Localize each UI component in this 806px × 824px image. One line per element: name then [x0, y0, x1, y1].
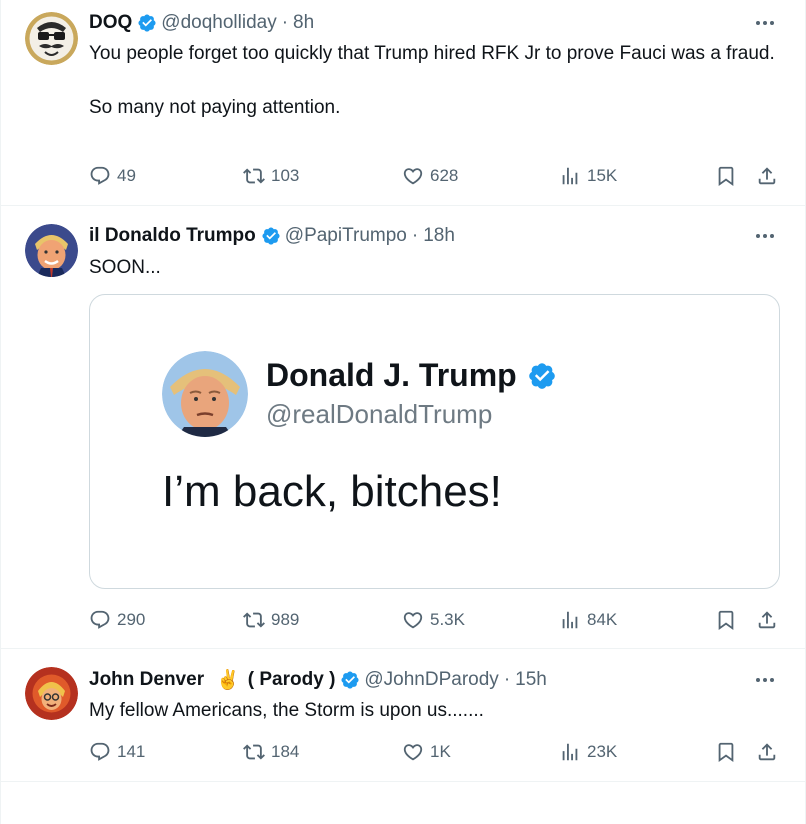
peace-emoji: ✌️: [216, 670, 240, 691]
display-name[interactable]: DOQ: [89, 12, 132, 34]
tweet[interactable]: DOQ @doqholliday · 8h You people forget …: [1, 0, 805, 206]
verified-badge-icon: [138, 14, 156, 32]
bookmark-icon[interactable]: [712, 606, 740, 634]
retweet-count: 989: [271, 610, 300, 629]
timestamp[interactable]: 8h: [293, 12, 314, 34]
verified-badge-icon: [262, 227, 280, 245]
reply-count: 290: [117, 610, 146, 629]
timeline-feed: DOQ @doqholliday · 8h You people forget …: [0, 0, 806, 824]
views-chart-icon: [562, 743, 578, 761]
heart-icon: [403, 168, 423, 185]
reply-count: 49: [117, 166, 136, 185]
more-options-icon[interactable]: [753, 11, 777, 35]
like-button[interactable]: 1K: [402, 738, 451, 766]
more-options-icon[interactable]: [753, 224, 777, 248]
tweet-actions: 49 103 628 15K: [89, 162, 779, 190]
tweet-text: SOON...: [89, 257, 161, 278]
tweet-text: My fellow Americans, the Storm is upon u…: [89, 700, 484, 721]
retweet-icon: [243, 612, 265, 628]
reply-icon: [90, 742, 110, 761]
reply-count: 141: [117, 742, 146, 761]
reply-button[interactable]: 49: [89, 162, 136, 190]
avatar[interactable]: [25, 12, 78, 65]
views-button[interactable]: 84K: [559, 606, 617, 634]
share-icon[interactable]: [753, 738, 781, 766]
retweet-button[interactable]: 989: [243, 606, 299, 634]
tweet-header: DOQ @doqholliday · 8h: [89, 10, 314, 36]
retweet-button[interactable]: 184: [243, 738, 299, 766]
tweet-header: John Denver ✌️ ( Parody ) @JohnDParody ·…: [89, 667, 547, 693]
display-name[interactable]: il Donaldo Trumpo: [89, 225, 256, 247]
views-count: 84K: [587, 610, 618, 629]
tweet-actions: 141 184 1K 23K: [89, 738, 779, 766]
tweet[interactable]: il Donaldo Trumpo @PapiTrumpo · 18h SOON…: [1, 206, 805, 649]
retweet-icon: [243, 744, 265, 760]
bookmark-icon[interactable]: [712, 738, 740, 766]
views-count: 23K: [587, 742, 618, 761]
embed-handle: @realDonaldTrump: [266, 399, 493, 429]
embed-display-name: Donald J. Trump: [266, 357, 557, 394]
separator: ·: [411, 225, 419, 246]
views-button[interactable]: 15K: [559, 162, 617, 190]
reply-icon: [90, 166, 110, 185]
like-button[interactable]: 628: [402, 162, 458, 190]
display-name[interactable]: John Denver: [89, 669, 204, 691]
views-chart-icon: [562, 611, 578, 629]
avatar[interactable]: [25, 224, 78, 277]
share-icon[interactable]: [753, 606, 781, 634]
timestamp[interactable]: 15h: [515, 669, 547, 691]
more-options-icon[interactable]: [753, 668, 777, 692]
retweet-count: 103: [271, 166, 300, 185]
reply-button[interactable]: 290: [89, 606, 145, 634]
name-suffix[interactable]: ( Parody ): [248, 669, 336, 691]
verified-badge-icon: [528, 362, 555, 389]
tweet[interactable]: John Denver ✌️ ( Parody ) @JohnDParody ·…: [1, 649, 805, 782]
tweet-header: il Donaldo Trumpo @PapiTrumpo · 18h: [89, 223, 455, 249]
tweet-actions: 290 989 5.3K 84K: [89, 606, 779, 634]
separator: ·: [281, 12, 289, 33]
timestamp[interactable]: 18h: [423, 225, 455, 247]
views-button[interactable]: 23K: [559, 738, 617, 766]
bookmark-icon[interactable]: [712, 162, 740, 190]
views-chart-icon: [562, 167, 578, 185]
handle[interactable]: @doqholliday: [161, 12, 276, 34]
retweet-count: 184: [271, 742, 300, 761]
retweet-icon: [243, 168, 265, 184]
heart-icon: [403, 612, 423, 629]
heart-icon: [403, 744, 423, 761]
views-count: 15K: [587, 166, 618, 185]
avatar[interactable]: [25, 667, 78, 720]
embed-avatar: [162, 351, 248, 437]
share-icon[interactable]: [753, 162, 781, 190]
embed-text: I’m back, bitches!: [162, 467, 502, 516]
like-count: 628: [430, 166, 459, 185]
separator: ·: [503, 669, 511, 690]
tweet-text: You people forget too quickly that Trump…: [89, 43, 775, 118]
retweet-button[interactable]: 103: [243, 162, 299, 190]
reply-button[interactable]: 141: [89, 738, 145, 766]
handle[interactable]: @PapiTrumpo: [285, 225, 407, 247]
embed-name-text: Donald J. Trump: [266, 357, 517, 393]
verified-badge-icon: [341, 671, 359, 689]
like-count: 1K: [430, 742, 451, 761]
like-count: 5.3K: [430, 610, 465, 629]
handle[interactable]: @JohnDParody: [364, 669, 498, 691]
reply-icon: [90, 610, 110, 629]
like-button[interactable]: 5.3K: [402, 606, 465, 634]
embedded-image[interactable]: Donald J. Trump @realDonaldTrump I’m bac…: [89, 294, 780, 589]
